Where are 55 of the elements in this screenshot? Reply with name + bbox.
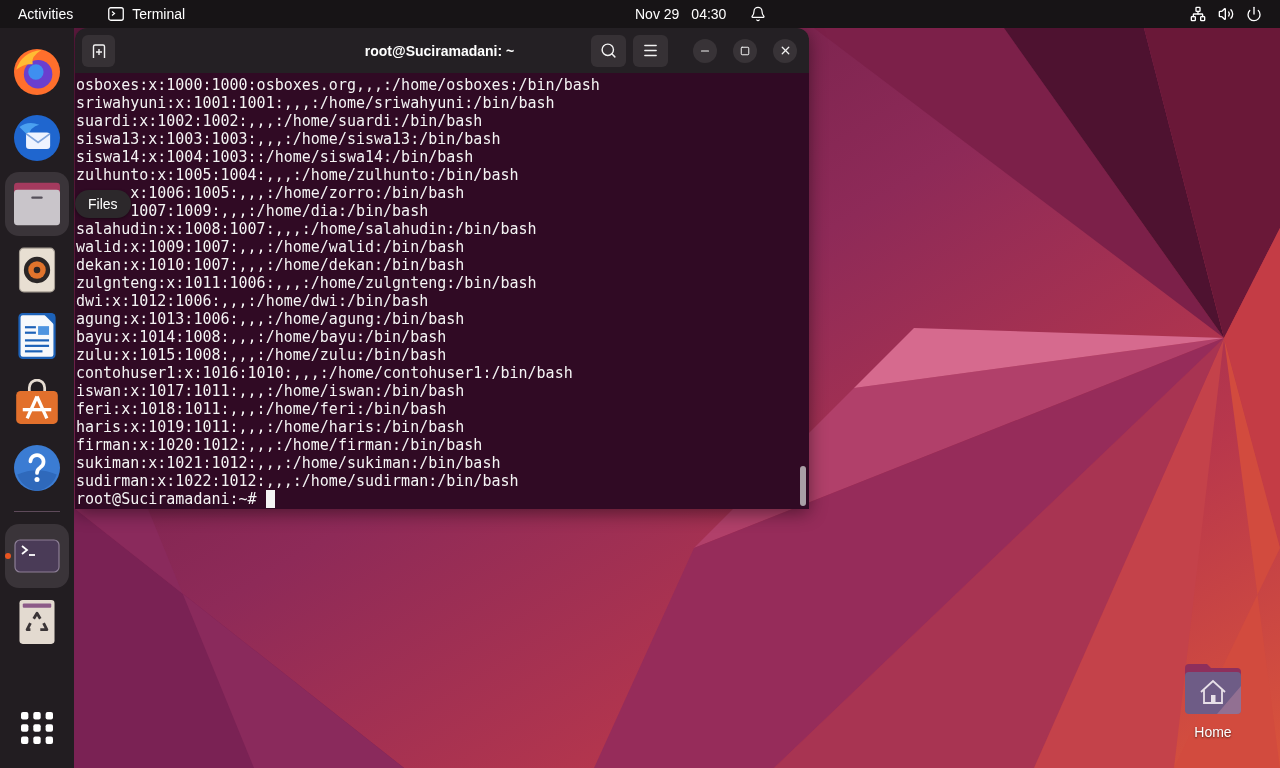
output-line: sudirman:x:1022:1012:,,,:/home/sudirman:/bin/bash (76, 472, 519, 490)
envelope-icon (14, 115, 60, 161)
app-grid-icon (21, 712, 53, 744)
output-line: firman:x:1020:1012:,,,:/home/firman:/bin/bash (76, 436, 483, 454)
clock-button[interactable]: Nov 29 04:30 (625, 2, 777, 26)
close-button[interactable] (773, 38, 797, 63)
folder-icon (14, 181, 60, 227)
text-cursor (265, 490, 275, 508)
output-line: siswa13:x:1003:1003:,,,:/home/siswa13:/bin/bash (76, 130, 501, 148)
output-line: feri:x:1018:1011:,,,:/home/feri:/bin/bash (76, 400, 447, 418)
output-line: haris:x:1019:1011:,,,:/home/haris:/bin/bash (76, 418, 465, 436)
output-line: 1007:1009:,,,:/home/dia:/bin/bash (130, 202, 429, 220)
new-tab-icon (90, 42, 107, 59)
desktop-shortcut[interactable]: Home (1173, 664, 1253, 740)
new-tab-button[interactable] (82, 34, 115, 67)
bell-icon (750, 6, 767, 22)
home-folder-icon (1185, 664, 1241, 714)
output-line: zulhunto:x:1005:1004:,,,:/home/zulhunto:/bin/bash (76, 166, 519, 184)
output-line: sriwahyuni:x:1001:1001:,,,:/home/sriwahyuni:/bin/bash (76, 94, 555, 112)
activities-button[interactable]: Activities (8, 2, 84, 26)
output-line: dwi:x:1012:1006:,,,:/home/dwi:/bin/bash (76, 292, 429, 310)
search-icon (600, 42, 617, 59)
help-icon (14, 445, 60, 491)
terminal-icon (108, 7, 125, 21)
output-line: zulgnteng:x:1011:1006:,,,:/home/zulgnteng:/bin/bash (76, 274, 537, 292)
output-line: dekan:x:1010:1007:,,,:/home/dekan:/bin/bash (76, 256, 465, 274)
menu-button[interactable] (633, 34, 668, 67)
output-line: walid:x:1009:1007:,,,:/home/walid:/bin/bash (76, 238, 465, 256)
output-line: siswa14:x:1004:1003::/home/siswa14:/bin/bash (76, 148, 474, 166)
output-line: contohuser1:x:1016:1010:,,,:/home/contohuser1:/bin/bash (76, 364, 573, 382)
prompt-text: root@Suciramadani:~# (76, 490, 257, 508)
output-line: sukiman:x:1021:1012:,,,:/home/sukiman:/bin/bash (76, 454, 501, 472)
output-line: salahudin:x:1008:1007:,,,:/home/salahudin:/bin/bash (76, 220, 537, 238)
app-menu-button[interactable]: Terminal (98, 2, 196, 26)
tooltip: Files (75, 190, 131, 218)
menu-icon (642, 42, 659, 59)
shopping-bag-icon (14, 379, 60, 425)
output-line: agung:x:1013:1006:,,,:/home/agung:/bin/bash (76, 310, 465, 328)
network-icon (1190, 6, 1206, 22)
volume-icon (1218, 6, 1234, 22)
output-line: bayu:x:1014:1008:,,,:/home/bayu:/bin/bash (76, 328, 447, 346)
output-line: x:1006:1005:,,,:/home/zorro:/bin/bash (130, 184, 465, 202)
window-title: root@Suciramadani: ~ (364, 42, 515, 59)
maximize-icon (740, 45, 750, 56)
output-line: suardi:x:1002:1002:,,,:/home/suardi:/bin/bash (76, 112, 483, 130)
maximize-button[interactable] (733, 38, 757, 63)
output-line: iswan:x:1017:1011:,,,:/home/iswan:/bin/bash (76, 382, 465, 400)
output-line: zulu:x:1015:1008:,,,:/home/zulu:/bin/bash (76, 346, 447, 364)
search-button[interactable] (591, 34, 626, 67)
globe-icon (14, 49, 60, 95)
minimize-button[interactable] (693, 38, 717, 63)
output-line: osboxes:x:1000:1000:osboxes.org,,,:/home/osboxes:/bin/bash (76, 76, 600, 94)
scrollbar[interactable] (800, 466, 806, 506)
app-launcher[interactable] (5, 172, 69, 236)
power-icon (1246, 6, 1262, 22)
